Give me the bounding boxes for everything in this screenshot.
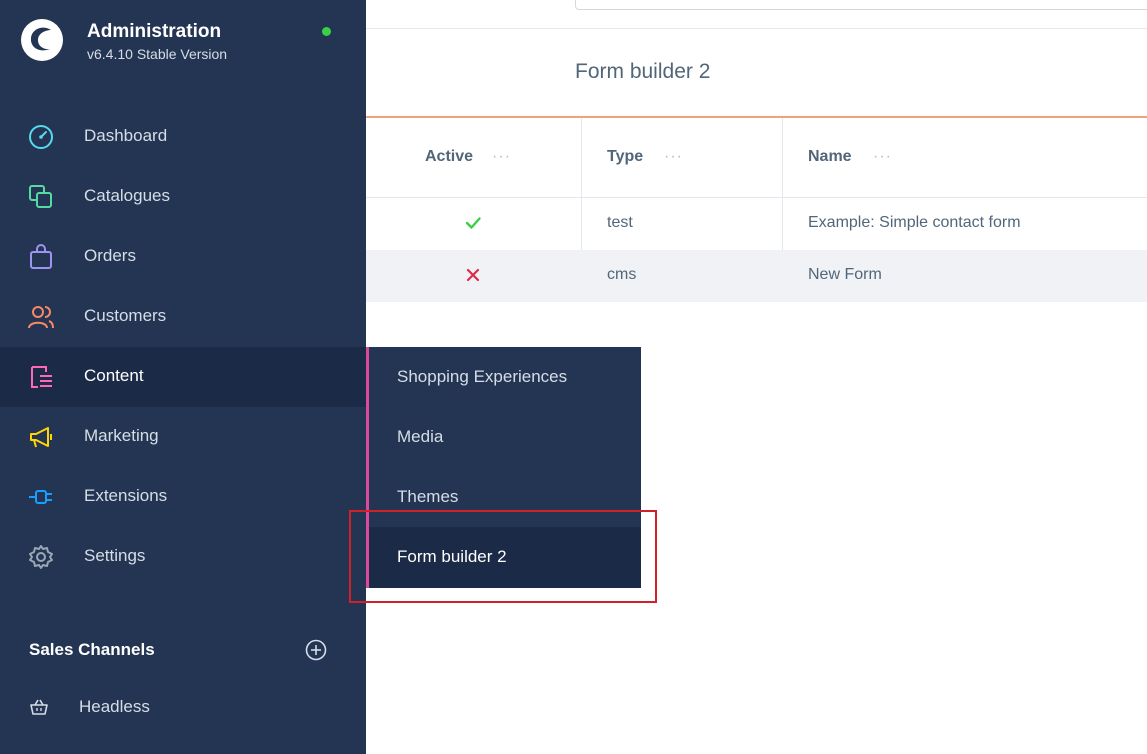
brand-header: Administration v6.4.10 Stable Version [0, 0, 366, 82]
sidebar: Administration v6.4.10 Stable Version Da… [0, 0, 366, 754]
column-menu-icon[interactable]: ··· [873, 148, 892, 166]
column-header-type[interactable]: Type [607, 148, 643, 166]
nav-item-extensions[interactable]: Extensions [0, 467, 366, 527]
customers-icon [28, 306, 54, 329]
flyout-item-label: Media [397, 427, 444, 446]
search-input[interactable] [575, 0, 1147, 10]
app-title: Administration [87, 21, 222, 42]
megaphone-icon [30, 427, 52, 448]
nav-item-orders[interactable]: Orders [0, 227, 366, 287]
highlight-box [349, 510, 657, 603]
cell-type: cms [607, 266, 637, 283]
table-row[interactable]: test Example: Simple contact form [366, 198, 1147, 250]
column-header-name[interactable]: Name [808, 148, 852, 166]
page-title: Form builder 2 [575, 60, 711, 83]
nav-item-content[interactable]: Content [0, 347, 366, 407]
sales-channel-headless[interactable]: Headless [0, 686, 366, 726]
column-header-active[interactable]: Active [425, 148, 473, 166]
plug-icon [29, 490, 52, 504]
data-grid: Active ··· Type ··· Name ··· test Exampl… [366, 118, 1147, 302]
nav-item-catalogues[interactable]: Catalogues [0, 167, 366, 227]
nav-label-content: Content [84, 366, 144, 385]
sales-channels-title: Sales Channels [29, 640, 155, 659]
dashboard-icon [29, 125, 53, 149]
nav-item-marketing[interactable]: Marketing [0, 407, 366, 467]
cell-type: test [607, 214, 633, 231]
shopware-logo-icon [21, 19, 63, 61]
header-divider [366, 28, 1147, 29]
catalogues-icon [29, 185, 52, 208]
nav-item-customers[interactable]: Customers [0, 287, 366, 347]
nav-label-orders: Orders [84, 246, 136, 265]
status-indicator [322, 27, 331, 36]
content-icon [31, 366, 52, 388]
nav-label-dashboard: Dashboard [84, 126, 168, 145]
nav-item-dashboard[interactable]: Dashboard [0, 107, 366, 167]
cell-name[interactable]: New Form [808, 266, 882, 284]
column-menu-icon[interactable]: ··· [492, 148, 511, 166]
main-nav: Dashboard Catalogues Orders Customers Co… [0, 107, 366, 587]
nav-label-extensions: Extensions [84, 486, 168, 505]
flyout-item-shopping-experiences[interactable]: Shopping Experiences [369, 347, 641, 407]
app-version: v6.4.10 Stable Version [87, 46, 228, 62]
shopping-bag-icon [30, 244, 52, 269]
table-row[interactable]: cms New Form [366, 250, 1147, 302]
flyout-item-label: Themes [397, 487, 459, 506]
column-menu-icon[interactable]: ··· [664, 148, 683, 166]
gear-icon [29, 545, 53, 569]
grid-header: Active ··· Type ··· Name ··· [366, 118, 1147, 198]
check-icon [465, 217, 481, 229]
sales-channel-label: Headless [79, 697, 150, 716]
nav-label-customers: Customers [84, 306, 167, 325]
nav-label-settings: Settings [84, 546, 146, 565]
nav-item-settings[interactable]: Settings [0, 527, 366, 587]
nav-label-catalogues: Catalogues [84, 186, 171, 205]
cell-name[interactable]: Example: Simple contact form [808, 214, 1021, 232]
add-sales-channel-icon[interactable] [305, 639, 327, 661]
flyout-item-label: Shopping Experiences [397, 367, 568, 386]
flyout-item-media[interactable]: Media [369, 407, 641, 467]
nav-label-marketing: Marketing [84, 426, 159, 445]
cross-icon [466, 268, 480, 282]
basket-icon [30, 699, 48, 715]
